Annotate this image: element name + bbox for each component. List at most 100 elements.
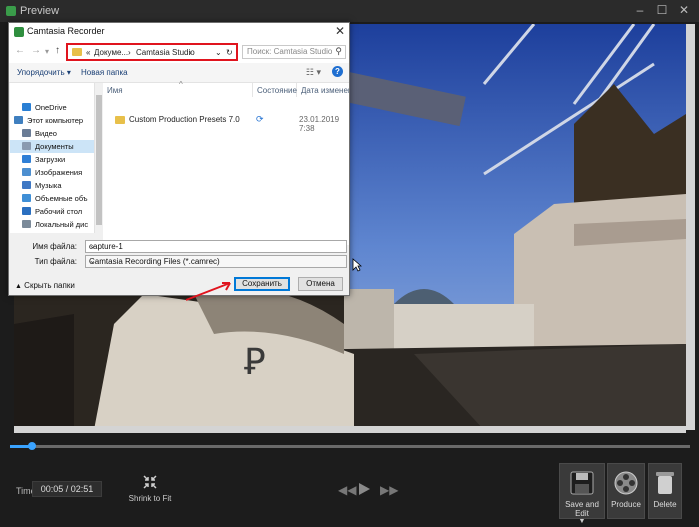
preview-window: Preview – ☐ ✕ Ꝑ Time 00:05 / 02:51 Shrin…	[0, 0, 699, 527]
save-button[interactable]: Сохранить	[234, 277, 290, 291]
nav-pane-scrollbar[interactable]	[94, 83, 103, 233]
time-separator: /	[65, 484, 69, 494]
chevron-down-icon[interactable]: ⌄	[89, 241, 343, 250]
chevron-down-icon[interactable]: ▼	[560, 518, 604, 525]
nav-item[interactable]: Видео	[10, 127, 94, 140]
nav-item-label: Документы	[35, 142, 74, 151]
shrink-to-fit-button[interactable]: Shrink to Fit	[128, 474, 172, 510]
nav-item[interactable]: Документы	[10, 140, 94, 153]
save-and-edit-button[interactable]: Save and Edit ▼	[559, 463, 605, 525]
column-name-label: Имя	[107, 86, 123, 95]
nav-item[interactable]: OneDrive	[10, 101, 94, 114]
refresh-icon[interactable]: ↻	[226, 48, 233, 57]
nav-item-icon	[22, 194, 31, 202]
organize-menu[interactable]: Упорядочить ▾	[17, 68, 71, 77]
nav-item[interactable]: Этот компьютер	[10, 114, 94, 127]
timeline-slider[interactable]	[10, 442, 690, 450]
chevron-down-icon[interactable]: ⌄	[89, 256, 343, 265]
produce-label: Produce	[611, 500, 641, 509]
scrollbar-thumb[interactable]	[96, 95, 102, 225]
address-dropdown-icon[interactable]: ⌄	[215, 48, 222, 57]
window-title: Preview	[20, 5, 60, 17]
help-icon[interactable]: ?	[332, 66, 343, 77]
hide-folders-label: Скрыть папки	[24, 281, 75, 290]
filename-input[interactable]: capture-1 ⌄	[85, 240, 347, 253]
cancel-button[interactable]: Отмена	[298, 277, 343, 291]
window-title-bar: Preview – ☐ ✕	[0, 0, 699, 22]
nav-item-label: Изображения	[35, 168, 83, 177]
dialog-title: Camtasia Recorder	[27, 26, 105, 36]
column-status-label: Состояние	[257, 86, 297, 95]
nav-item[interactable]: DATA (D:)	[10, 231, 94, 233]
app-icon	[6, 6, 16, 16]
save-file-dialog: Camtasia Recorder ✕ ← → ▾ ↑ « Докуме... …	[8, 22, 350, 296]
nav-item[interactable]: Объемные объ	[10, 192, 94, 205]
column-header-status[interactable]: Состояние	[253, 83, 297, 97]
shrink-label: Shrink to Fit	[128, 494, 172, 503]
delete-button[interactable]: Delete	[648, 463, 682, 519]
hide-folders-toggle[interactable]: ▲ Скрыть папки	[15, 281, 75, 290]
filename-label: Имя файла:	[32, 242, 77, 251]
vertical-scrollbar[interactable]	[686, 24, 695, 430]
folder-icon	[115, 116, 125, 124]
minimize-icon[interactable]: –	[630, 2, 650, 19]
play-icon[interactable]	[357, 482, 371, 496]
file-list: Имя ^ Состояние Дата изменения Custom Pr…	[103, 80, 349, 247]
nav-item[interactable]: Изображения	[10, 166, 94, 179]
sync-status-icon: ⟳	[256, 114, 264, 124]
film-reel-icon	[614, 471, 638, 495]
new-folder-button[interactable]: Новая папка	[81, 68, 128, 77]
search-placeholder: Поиск: Camtasia Studio	[247, 47, 333, 56]
back-arrow-icon[interactable]: ←	[15, 45, 25, 56]
breadcrumb-camtasia-studio[interactable]: Camtasia Studio	[136, 48, 195, 57]
forward-arrow-icon[interactable]: →	[31, 45, 41, 56]
breadcrumb-chevron-icon[interactable]: ›	[189, 48, 192, 57]
nav-item-icon	[22, 168, 31, 176]
breadcrumb-separator-icon: ›	[128, 48, 131, 57]
chevron-up-icon: ▲	[15, 283, 22, 290]
shrink-icon	[143, 475, 157, 489]
horizontal-scrollbar[interactable]	[14, 426, 686, 433]
address-bar[interactable]: « Докуме... › Camtasia Studio › ⌄ ↻	[66, 43, 238, 61]
nav-item[interactable]: Рабочий стол	[10, 205, 94, 218]
floppy-disk-icon	[570, 471, 594, 495]
breadcrumb-documents[interactable]: Докуме...	[94, 48, 128, 57]
file-name: Custom Production Presets 7.0	[129, 115, 240, 124]
nav-item[interactable]: Музыка	[10, 179, 94, 192]
address-overflow[interactable]: «	[86, 48, 90, 57]
filetype-select[interactable]: Camtasia Recording Files (*.camrec) ⌄	[85, 255, 347, 268]
nav-item-icon	[22, 181, 31, 189]
up-arrow-icon[interactable]: ↑	[55, 45, 60, 56]
save-and-edit-label: Save and Edit	[565, 500, 599, 518]
nav-item-icon	[14, 116, 23, 124]
file-row[interactable]: Custom Production Presets 7.0 ⟳ 23.01.20…	[103, 113, 349, 133]
time-display: 00:05 / 02:51	[32, 481, 102, 497]
maximize-icon[interactable]: ☐	[652, 2, 672, 19]
fast-forward-icon[interactable]: ▶▶	[380, 483, 398, 497]
nav-item-label: Музыка	[35, 181, 62, 190]
nav-item[interactable]: Локальный дис	[10, 218, 94, 231]
nav-item-icon	[22, 103, 31, 111]
timeline-playhead[interactable]	[28, 442, 36, 450]
search-input[interactable]: Поиск: Camtasia Studio ⚲	[242, 45, 346, 59]
nav-item-label: Локальный дис	[35, 220, 89, 229]
mouse-cursor-icon	[352, 258, 362, 272]
monument-emblem: Ꝑ	[244, 342, 266, 382]
dialog-close-icon[interactable]: ✕	[335, 24, 345, 38]
produce-button[interactable]: Produce	[607, 463, 645, 519]
file-date: 23.01.2019 7:38	[299, 115, 340, 133]
column-header-name[interactable]: Имя	[103, 83, 253, 97]
dialog-title-bar: Camtasia Recorder ✕	[9, 23, 349, 41]
close-icon[interactable]: ✕	[674, 2, 694, 19]
column-date-label: Дата изменения	[301, 86, 349, 95]
rewind-icon[interactable]: ◀◀	[338, 483, 356, 497]
trash-icon	[656, 472, 674, 494]
filetype-label: Тип файла:	[34, 257, 77, 266]
sort-ascending-icon: ^	[179, 80, 183, 89]
recent-chevron-icon[interactable]: ▾	[45, 47, 49, 56]
nav-item[interactable]: Загрузки	[10, 153, 94, 166]
column-header-date[interactable]: Дата изменения	[297, 83, 349, 97]
nav-item-label: Объемные объ	[35, 194, 88, 203]
nav-item-label: Видео	[35, 129, 57, 138]
view-options-icon[interactable]: ☷ ▾	[306, 67, 321, 78]
